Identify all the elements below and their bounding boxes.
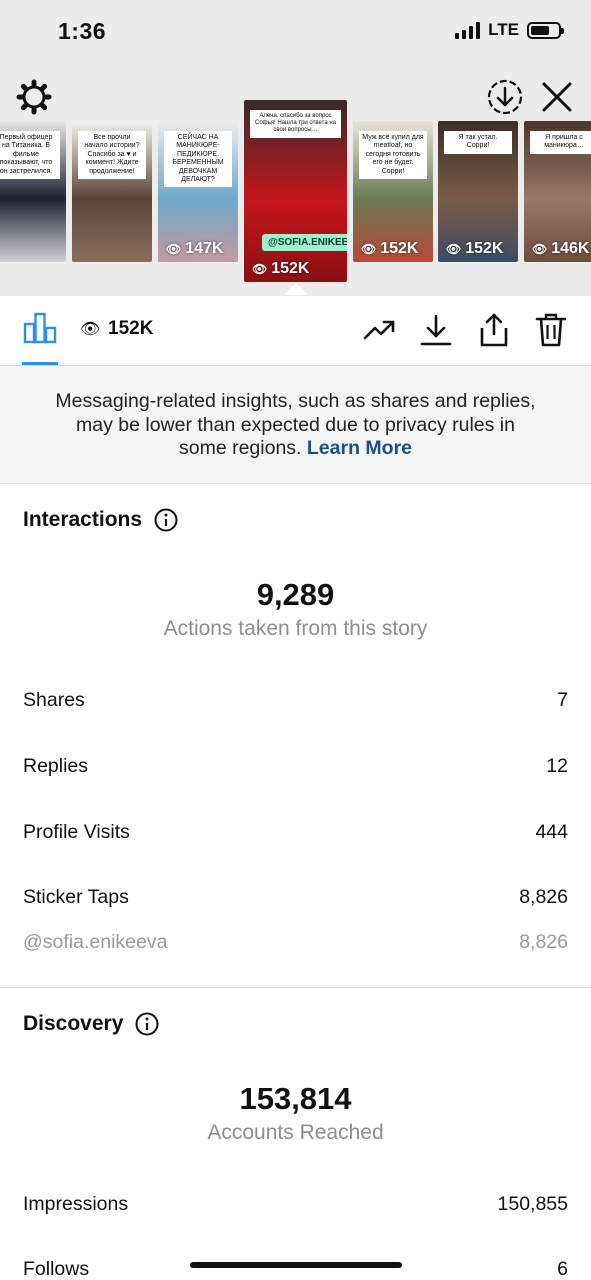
metric-row-shares: Shares 7 — [23, 689, 568, 712]
story-thumbnail[interactable]: Я так устал. Сорри! 👁 152K — [438, 121, 518, 262]
status-time: 1:36 — [58, 18, 107, 44]
metric-label: @sofia.enikeeva — [23, 931, 168, 953]
trash-icon[interactable] — [533, 312, 569, 348]
interactions-total: 9,289 — [256, 577, 335, 612]
interactions-header: Interactions — [23, 508, 178, 532]
info-icon[interactable] — [154, 508, 178, 532]
discovery-total: 153,814 — [239, 1081, 352, 1116]
insights-toolbar: 👁 152K — [0, 296, 591, 366]
home-indicator[interactable] — [190, 1262, 402, 1268]
metric-value: 6 — [557, 1258, 568, 1280]
metric-label: Follows — [23, 1258, 90, 1280]
signal-icon — [455, 21, 481, 39]
metric-value: 8,826 — [519, 931, 568, 953]
metric-row-impressions: Impressions 150,855 — [23, 1193, 568, 1216]
metric-value: 7 — [557, 689, 568, 711]
metric-label: Profile Visits — [23, 821, 130, 843]
toolbar-view-count: 152K — [108, 318, 154, 339]
interactions-subtitle: Actions taken from this story — [163, 617, 428, 640]
eye-icon: 👁 — [446, 242, 462, 256]
metric-value: 8,826 — [519, 886, 568, 908]
metric-value: 444 — [535, 821, 568, 843]
story-thumbnail[interactable]: Первый офицер на Титаника. В фильме пока… — [0, 121, 66, 262]
story-caption: Алена, спасибо за вопрос Софья! Нашла тр… — [250, 110, 341, 138]
bar-chart-icon[interactable] — [22, 310, 58, 346]
story-view-count: 👁 152K — [252, 260, 310, 277]
battery-icon — [527, 21, 564, 39]
story-view-count: 👁 147K — [166, 240, 224, 257]
trending-icon[interactable] — [362, 312, 398, 348]
eye-icon: 👁 — [532, 242, 548, 256]
network-label: LTE — [488, 20, 519, 39]
learn-more-link[interactable]: Learn More — [307, 437, 412, 459]
eye-icon: 👁 — [166, 242, 182, 256]
metric-row-sticker-mention: @sofia.enikeeva 8,826 — [23, 931, 568, 954]
eye-icon: 👁 — [361, 242, 377, 256]
eye-icon: 👁 — [80, 321, 101, 338]
interactions-title: Interactions — [23, 508, 143, 531]
discovery-title: Discovery — [23, 1012, 124, 1035]
discovery-subtitle: Accounts Reached — [207, 1121, 384, 1144]
selected-indicator — [284, 283, 308, 295]
story-view-count: 👁 152K — [361, 240, 419, 257]
share-icon[interactable] — [476, 312, 512, 348]
privacy-notice: Messaging-related insights, such as shar… — [0, 366, 591, 484]
story-thumbnail[interactable]: СЕЙЧАС НА МАНИКЮРЕ-ПЕДИКЮРЕ. БЕРЕМЕННЫМ … — [158, 121, 238, 262]
status-indicators: LTE — [455, 20, 564, 40]
download-icon[interactable] — [418, 312, 454, 348]
mention-sticker: @SOFIA.ENIKEEVA — [262, 234, 347, 251]
privacy-notice-text: Messaging-related insights, such as shar… — [55, 390, 536, 459]
metric-label: Replies — [23, 755, 89, 777]
story-view-count: 👁 152K — [446, 240, 504, 257]
info-icon[interactable] — [135, 1012, 159, 1036]
story-caption: Первый офицер на Титаника. В фильме пока… — [0, 131, 60, 179]
story-caption: Муж всё купил для meatloaf, но сегодня г… — [359, 131, 427, 179]
discovery-header: Discovery — [23, 1012, 159, 1036]
metric-label: Shares — [23, 689, 85, 711]
metric-label: Sticker Taps — [23, 886, 129, 908]
story-thumbnail[interactable]: Я пришла с маникюра… 👁 146K — [524, 121, 591, 262]
story-caption: Я так устал. Сорри! — [444, 131, 512, 154]
story-thumbnail-strip[interactable]: Первый офицер на Титаника. В фильме пока… — [0, 100, 591, 286]
metric-row-sticker-taps: Sticker Taps 8,826 — [23, 886, 568, 909]
story-header: 1:36 LTE Первый офицер на Титаника. В фи… — [0, 0, 591, 296]
metric-row-replies: Replies 12 — [23, 755, 568, 778]
story-thumbnail[interactable]: Муж всё купил для meatloaf, но сегодня г… — [353, 121, 433, 262]
eye-icon: 👁 — [252, 262, 268, 276]
metric-value: 12 — [546, 755, 568, 777]
section-divider — [0, 987, 591, 988]
metric-value: 150,855 — [497, 1193, 569, 1215]
story-caption: СЕЙЧАС НА МАНИКЮРЕ-ПЕДИКЮРЕ. БЕРЕМЕННЫМ … — [164, 131, 232, 188]
story-caption: Я пришла с маникюра… — [530, 131, 591, 154]
story-thumbnail[interactable]: Все прочли начало истории? Спасибо за ♥ … — [72, 121, 152, 262]
story-view-count: 👁 146K — [532, 240, 590, 257]
story-caption: Все прочли начало истории? Спасибо за ♥ … — [78, 131, 146, 179]
metric-label: Impressions — [23, 1193, 129, 1215]
metric-row-profile-visits: Profile Visits 444 — [23, 821, 568, 844]
story-thumbnail-selected[interactable]: Алена, спасибо за вопрос Софья! Нашла тр… — [244, 100, 347, 282]
active-tab-underline — [22, 362, 58, 365]
